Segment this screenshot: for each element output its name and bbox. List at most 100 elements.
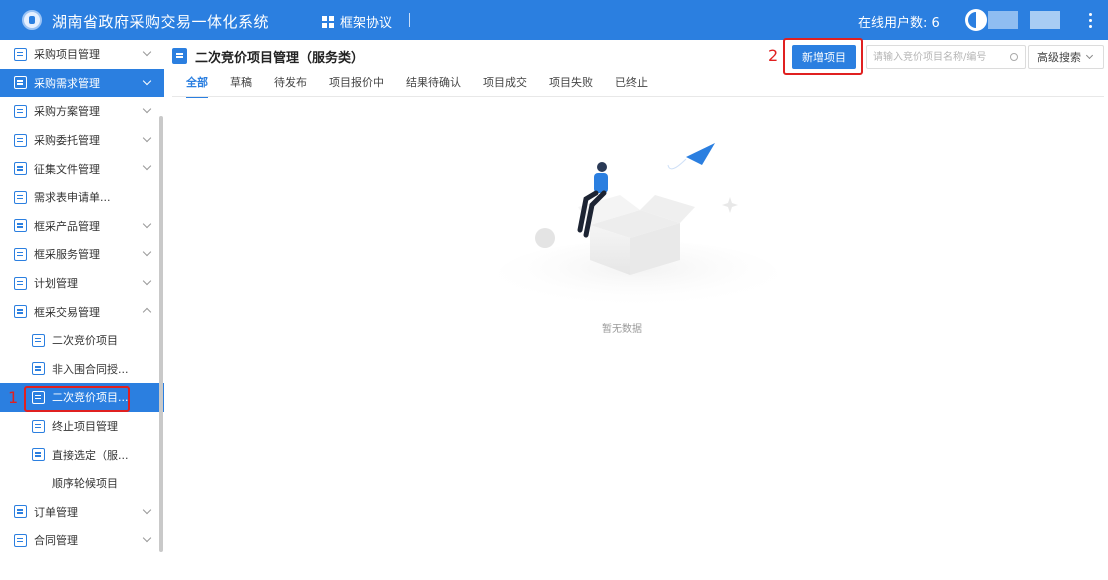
document-icon	[14, 505, 27, 519]
more-menu-icon[interactable]	[1080, 10, 1100, 30]
sidebar-item-label: 合同管理	[34, 534, 78, 548]
search-box[interactable]	[866, 45, 1026, 69]
sidebar-item-label: 征集文件管理	[34, 162, 100, 176]
chevron-down-icon	[142, 104, 152, 114]
document-icon	[14, 219, 27, 233]
tab-deal-done[interactable]: 项目成交	[483, 74, 527, 98]
sidebar-item-order-management[interactable]: 订单管理	[0, 498, 164, 527]
advanced-search-button[interactable]: 高级搜索	[1028, 45, 1104, 69]
new-project-button[interactable]: 新增项目	[792, 45, 856, 69]
step-1-marker: 1	[8, 388, 19, 407]
sidebar-item-sequential-waiting[interactable]: 顺序轮候项目	[0, 469, 164, 498]
document-icon	[14, 76, 27, 90]
sidebar-item-solicitation-docs[interactable]: 征集文件管理	[0, 154, 164, 183]
sidebar-item-label: 需求表申请单...	[34, 191, 111, 205]
document-icon	[14, 162, 27, 176]
tab-draft[interactable]: 草稿	[230, 74, 252, 98]
page-header: 二次竞价项目管理（服务类）	[172, 46, 364, 66]
chevron-down-icon	[142, 247, 152, 257]
sidebar-item-plan-management[interactable]: 计划管理	[0, 269, 164, 298]
sidebar-item-framework-services[interactable]: 框采服务管理	[0, 240, 164, 269]
document-icon	[14, 533, 27, 547]
chevron-down-icon	[142, 219, 152, 228]
user-icon	[14, 190, 27, 204]
service-icon	[14, 247, 27, 261]
sidebar-item-label: 框采服务管理	[34, 248, 100, 262]
search-icon[interactable]	[1010, 53, 1018, 61]
sidebar-item-label: 采购委托管理	[34, 134, 100, 148]
tabs-divider	[172, 96, 1104, 97]
sidebar-item-label: 采购方案管理	[34, 105, 100, 119]
empty-state-illustration	[498, 143, 778, 309]
user-info-redacted	[988, 11, 1018, 29]
chevron-down-icon	[142, 276, 152, 285]
document-icon	[172, 48, 187, 64]
status-tabs: 全部 草稿 待发布 项目报价中 结果待确认 项目成交 项目失败 已终止	[186, 74, 670, 98]
sidebar-item-contract-management[interactable]: 合同管理	[0, 526, 164, 555]
document-icon	[14, 305, 27, 319]
sidebar-item-framework-trading[interactable]: 框采交易管理	[0, 297, 164, 326]
tab-failed[interactable]: 项目失败	[549, 74, 593, 98]
chevron-down-icon	[142, 76, 152, 85]
sidebar-item-procurement-plan[interactable]: 采购方案管理	[0, 97, 164, 126]
search-input[interactable]	[873, 49, 1003, 65]
chevron-down-icon	[142, 47, 152, 57]
chevron-up-icon	[142, 308, 152, 317]
sidebar-item-label: 非入围合同授...	[52, 362, 129, 376]
step-1-highlight-box	[24, 386, 130, 412]
advanced-search-label: 高级搜索	[1037, 51, 1081, 64]
calendar-icon	[32, 448, 45, 462]
sidebar-item-label: 终止项目管理	[52, 420, 118, 434]
sidebar-item-procurement-project[interactable]: 采购项目管理	[0, 40, 164, 69]
top-header: 湖南省政府采购交易一体化系统 框架协议 在线用户数: 6	[0, 0, 1108, 40]
sidebar-item-procurement-entrust[interactable]: 采购委托管理	[0, 126, 164, 155]
document-icon	[14, 276, 27, 290]
chevron-down-icon	[142, 505, 152, 514]
sidebar-item-label: 框采交易管理	[34, 305, 100, 319]
terminate-icon	[32, 419, 45, 433]
sidebar-item-framework-products[interactable]: 框采产品管理	[0, 212, 164, 241]
avatar[interactable]	[965, 9, 987, 31]
tab-terminated[interactable]: 已终止	[615, 74, 648, 98]
sidebar: 采购项目管理 采购需求管理 采购方案管理 采购委托管理 征集文件管理 需求表申请…	[0, 40, 164, 580]
sidebar-item-non-shortlisted-contract[interactable]: 非入围合同授...	[0, 355, 164, 384]
online-users: 在线用户数: 6	[858, 16, 940, 31]
sidebar-item-label: 二次竞价项目	[52, 334, 118, 348]
page-title: 二次竞价项目管理（服务类）	[195, 50, 365, 66]
document-icon	[14, 104, 27, 118]
header-divider	[409, 13, 410, 27]
chevron-down-icon	[142, 162, 152, 171]
sidebar-item-direct-selection[interactable]: 直接选定（服...	[0, 440, 164, 469]
grid-icon	[322, 15, 334, 28]
tab-quoting[interactable]: 项目报价中	[329, 74, 384, 98]
bidding-icon	[32, 333, 45, 347]
sidebar-item-label: 采购需求管理	[34, 76, 100, 90]
sidebar-scrollbar[interactable]	[159, 116, 163, 552]
sidebar-item-label: 订单管理	[34, 505, 78, 519]
tab-all[interactable]: 全部	[186, 74, 208, 98]
chevron-down-icon	[142, 133, 152, 143]
app-logo-icon	[22, 10, 42, 30]
sidebar-item-label: 采购项目管理	[34, 48, 100, 62]
module-switcher[interactable]: 框架协议	[322, 12, 392, 31]
tab-pending-publish[interactable]: 待发布	[274, 74, 307, 98]
chevron-down-icon	[1085, 51, 1094, 60]
sidebar-item-procurement-demand[interactable]: 采购需求管理	[0, 68, 164, 98]
chevron-down-icon	[142, 533, 152, 543]
sidebar-item-secondary-bidding[interactable]: 二次竞价项目	[0, 326, 164, 355]
step-2-marker: 2	[768, 46, 779, 65]
sidebar-item-label: 直接选定（服...	[52, 448, 129, 462]
folder-icon	[14, 47, 27, 61]
sidebar-item-label: 计划管理	[34, 277, 78, 291]
sidebar-item-label: 顺序轮候项目	[52, 477, 118, 491]
sidebar-item-terminated-projects[interactable]: 终止项目管理	[0, 412, 164, 441]
user-info-redacted-2	[1030, 11, 1060, 29]
module-label: 框架协议	[340, 16, 393, 31]
empty-state-text: 暂无数据	[602, 324, 642, 335]
document-icon	[14, 133, 27, 147]
app-title: 湖南省政府采购交易一体化系统	[52, 13, 270, 31]
sidebar-item-demand-request[interactable]: 需求表申请单...	[0, 183, 164, 212]
contract-icon	[32, 362, 45, 376]
tab-result-pending[interactable]: 结果待确认	[406, 74, 461, 98]
sidebar-item-label: 框采产品管理	[34, 219, 100, 233]
